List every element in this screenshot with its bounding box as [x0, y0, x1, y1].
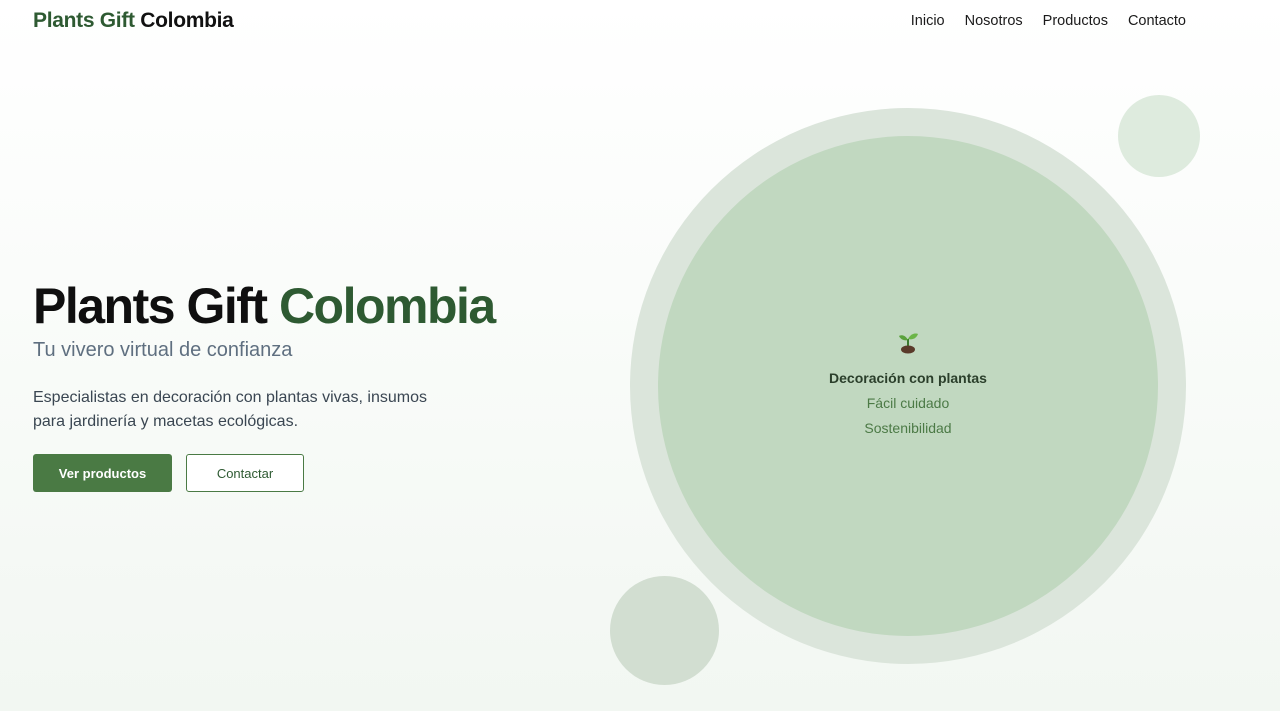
nav-contacto[interactable]: Contacto [1128, 13, 1186, 29]
logo-part1: Plants Gift [33, 9, 135, 32]
site-header: Plants Gift Colombia Inicio Nosotros Pro… [0, 0, 1280, 44]
view-products-button[interactable]: Ver productos [33, 454, 172, 492]
feature-circle-content: Decoración con plantas Fácil cuidado Sos… [658, 330, 1158, 445]
hero-title-part1: Plants Gift [33, 278, 268, 334]
feature-main: Decoración con plantas [829, 370, 987, 386]
contact-button[interactable]: Contactar [186, 454, 304, 492]
feature-item: Sostenibilidad [864, 420, 952, 436]
feature-item: Fácil cuidado [866, 395, 950, 411]
nav-productos[interactable]: Productos [1043, 13, 1108, 29]
nav-nosotros[interactable]: Nosotros [965, 13, 1023, 29]
nav-inicio[interactable]: Inicio [911, 13, 945, 29]
logo-part2: Colombia [140, 9, 234, 32]
sprout-icon [899, 333, 918, 354]
hero-title-part2: Colombia [278, 278, 496, 334]
site-logo[interactable]: Plants Gift Colombia [33, 9, 234, 33]
hero-title: Plants Gift Colombia [33, 276, 496, 336]
main-nav: Inicio Nosotros Productos Contacto [911, 13, 1186, 29]
hero-subtitle: Tu vivero virtual de confianza [33, 339, 293, 361]
hero-description: Especialistas en decoración con plantas … [33, 389, 427, 430]
decorative-bubble-top [1118, 95, 1200, 177]
decorative-bubble-bottom [610, 576, 719, 685]
